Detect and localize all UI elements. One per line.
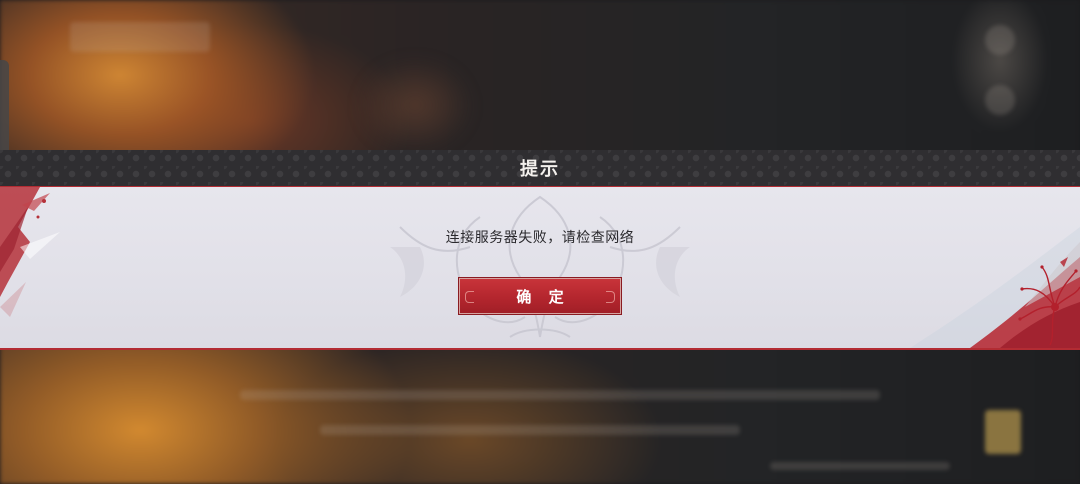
dialog-body: 连接服务器失败，请检查网络 确 定 [0,187,1080,350]
alert-dialog: 提示 连接服务器失败，请检查网络 确 定 [0,150,1080,350]
background-avatar-icon [985,85,1015,115]
background-badge-icon [985,410,1021,454]
background-text-line [320,425,740,435]
background-text-line [240,390,880,400]
dialog-message: 连接服务器失败，请检查网络 [445,230,635,246]
dialog-title: 提示 [520,159,560,180]
confirm-button[interactable]: 确 定 [458,277,622,315]
game-screen: 提示 连接服务器失败，请检查网络 确 定 [0,0,1080,484]
background-character-silhouette [360,60,470,150]
background-avatar-icon [985,25,1015,55]
ornamental-crest-icon [390,195,690,338]
confirm-button-label: 确 定 [516,287,570,306]
spider-lily-icon [910,227,1080,348]
background-logo [70,22,210,52]
ink-splash-icon [0,187,60,317]
dialog-header: 提示 [0,150,1080,188]
background-text-line [770,462,950,470]
